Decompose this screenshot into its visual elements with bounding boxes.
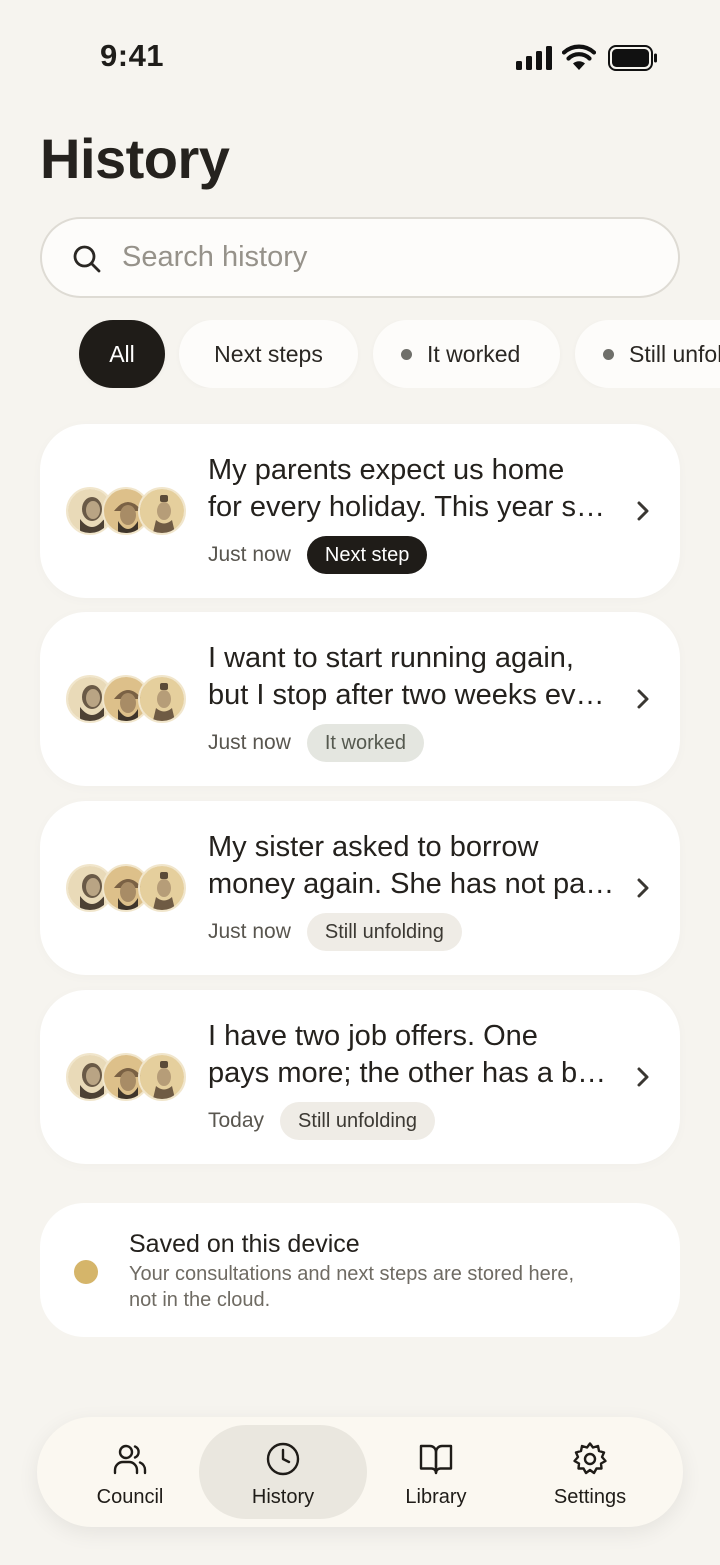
consultation-card[interactable]: My sister asked to borrow money again. S… (40, 801, 680, 975)
users-icon (113, 1444, 147, 1475)
chevron-right-icon (637, 1067, 649, 1087)
council-avatars (66, 487, 186, 535)
council-avatars (66, 1053, 186, 1101)
saved-notice-line: Your consultations and next steps are st… (129, 1263, 575, 1285)
consultation-meta: Just now It worked (208, 724, 425, 762)
consultation-line: My sister asked to borrow (208, 831, 539, 863)
council-avatars (66, 864, 186, 912)
consultation-meta: Just now Still unfolding (208, 913, 462, 951)
consultation-preview: My sister asked to borrow money again. S… (208, 829, 618, 903)
consultation-card[interactable]: I have two job offers. One pays more; th… (40, 990, 680, 1164)
philosopher-avatar (138, 864, 186, 912)
tab-label: Library (405, 1486, 467, 1508)
tab-library[interactable]: Library (352, 1425, 520, 1519)
status-badge: Still unfolding (306, 913, 462, 951)
consultation-meta: Just now Next step (208, 536, 428, 574)
consultation-preview: I have two job offers. One pays more; th… (208, 1018, 618, 1092)
consultation-meta: Today Still unfolding (208, 1102, 436, 1140)
tab-council[interactable]: Council (46, 1425, 214, 1519)
saved-notice-body: Your consultations and next steps are st… (129, 1261, 669, 1313)
tab-history[interactable]: History (199, 1425, 367, 1519)
consultation-time: Just now (208, 543, 291, 566)
status-badge: It worked (306, 724, 425, 762)
chevron-right-icon (637, 689, 649, 709)
tab-settings[interactable]: Settings (506, 1425, 674, 1519)
consultation-time: Today (208, 1109, 265, 1132)
status-badge: Still unfolding (280, 1102, 436, 1140)
consultation-line: for every holiday. This year shifts the … (208, 491, 618, 523)
search-bar[interactable] (40, 217, 680, 298)
filter-chip-next-steps[interactable]: Next steps (179, 320, 358, 388)
philosopher-avatar (138, 675, 186, 723)
status-bar: 9:41 (0, 0, 720, 110)
philosopher-avatar (138, 1053, 186, 1101)
saved-on-device-notice: Saved on this device Your consultations … (40, 1203, 680, 1337)
filter-chip-it-worked[interactable]: It worked (373, 320, 560, 388)
battery-icon (608, 45, 657, 71)
consultation-line: My parents expect us home (208, 454, 565, 486)
wifi-icon (562, 44, 596, 70)
consultation-line: money again. She has not paid back the l… (208, 868, 618, 900)
status-dot-icon (401, 348, 412, 360)
clock-icon (266, 1442, 300, 1476)
philosopher-avatar (138, 487, 186, 535)
filter-chip-label: Next steps (214, 340, 323, 367)
consultation-card[interactable]: My parents expect us home for every holi… (40, 424, 680, 598)
saved-notice-line: not in the cloud. (129, 1289, 271, 1311)
filter-chip-all[interactable]: All (79, 320, 165, 388)
tab-label: Settings (553, 1486, 627, 1508)
history-screen: 9:41 History All Next steps (0, 0, 720, 1565)
tab-label: History (251, 1486, 315, 1508)
consultation-preview: I want to start running again, but I sto… (208, 640, 618, 714)
search-icon (73, 245, 101, 273)
filter-chip-label: Still unfolding (629, 340, 720, 367)
consultation-time: Just now (208, 920, 291, 943)
filter-chip-label: It worked (427, 340, 521, 367)
consultation-line: I have two job offers. One (208, 1020, 538, 1052)
tab-label: Council (96, 1486, 164, 1508)
local-storage-dot-icon (74, 1260, 98, 1284)
search-input[interactable] (122, 219, 642, 296)
consultation-card[interactable]: I want to start running again, but I sto… (40, 612, 680, 786)
gear-icon (573, 1442, 607, 1475)
filter-chip-still-unfolding[interactable]: Still unfolding (575, 320, 720, 388)
bottom-tab-bar: Council History Library Settings (37, 1417, 683, 1527)
consultation-preview: My parents expect us home for every holi… (208, 452, 618, 526)
filter-chips: All Next steps It worked Still unfolding (0, 320, 720, 388)
consultation-line: but I stop after two weeks every time. (208, 679, 618, 711)
status-badge: Next step (306, 536, 428, 574)
council-avatars (66, 675, 186, 723)
chevron-right-icon (637, 501, 649, 521)
consultation-line: I want to start running again, (208, 642, 574, 674)
status-dot-icon (603, 348, 614, 360)
saved-notice-title: Saved on this device (129, 1230, 360, 1258)
page-title: History (40, 127, 230, 190)
cellular-signal-icon (516, 46, 552, 70)
consultation-line: pays more; the other has a better team. (208, 1057, 618, 1089)
chevron-right-icon (637, 878, 649, 898)
book-icon (419, 1444, 453, 1475)
consultation-time: Just now (208, 731, 291, 754)
filter-chip-label: All (109, 340, 135, 367)
status-time: 9:41 (100, 38, 165, 73)
